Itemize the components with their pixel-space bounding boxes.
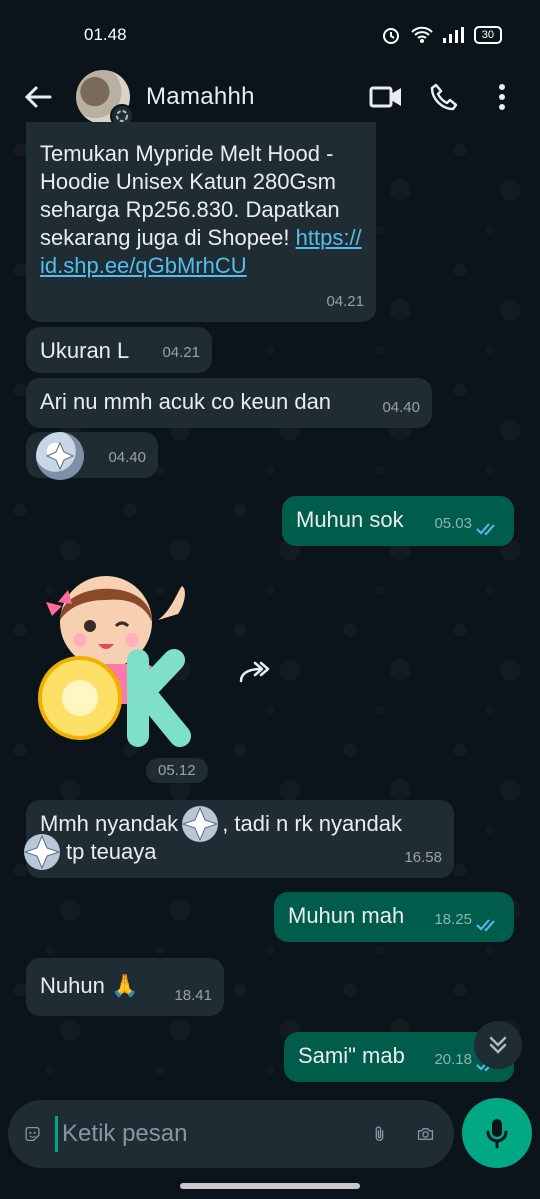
message-time: 16.58 [404,849,442,866]
microphone-icon [486,1119,508,1149]
voice-message-button[interactable] [462,1098,532,1168]
double-chevron-down-icon [489,1036,507,1054]
signal-icon [442,27,464,43]
message-text: Muhun mah [288,903,405,928]
message-bubble[interactable]: 04.40 [26,432,158,480]
message-time: 05.12 [146,758,208,783]
contact-name[interactable]: Mamahhh [146,83,346,111]
forward-arrow-icon [239,661,270,683]
paperclip-icon[interactable] [372,1118,387,1150]
message-time: 18.41 [174,987,212,1004]
battery-icon: 30 [473,26,502,44]
message-bubble[interactable]: Temukan Mypride Melt Hood - Hoodie Unise… [26,122,376,322]
diamond-emoji-icon [180,806,220,843]
avatar[interactable] [76,70,134,128]
scroll-to-bottom-button[interactable] [474,1021,522,1069]
phone-icon [430,83,458,111]
wifi-icon [411,26,433,43]
more-vertical-icon [499,84,505,110]
message-bubble[interactable]: Ukuran L 04.21 [26,327,212,373]
message-time: 05.03 [434,515,472,532]
message-text: Ukuran L [40,338,130,363]
clock: 01.48 [84,25,127,44]
alarm-icon [382,28,399,44]
message-text: Ari nu mmh acuk co keun dan [40,389,332,414]
message-text: Muhun sok [296,507,404,532]
status-icons: 30 [381,25,502,45]
message-text: Nuhun 🙏 [40,973,139,998]
message-time: 04.40 [108,449,146,466]
message-bubble[interactable]: Mmh nyandak, tadi n rk nyandak tp teuaya… [23,800,454,878]
arrow-left-icon [24,86,52,108]
video-camera-icon [369,86,401,108]
ok-girl-sticker-icon [38,576,191,747]
message-bubble[interactable]: Muhun sok 05.03 [282,496,514,546]
message-time: 04.40 [382,399,420,416]
menu-button[interactable] [484,79,520,115]
gesture-navigation-bar[interactable] [180,1183,360,1189]
forward-button[interactable] [232,652,276,696]
message-text: Sami" mab [298,1043,405,1068]
sticker-message[interactable]: 05.12 [28,560,218,783]
camera-icon[interactable] [417,1120,434,1148]
message-bubble[interactable]: Nuhun 🙏 18.41 [26,958,224,1016]
message-text: Mmh nyandak, tadi n rk nyandak tp teuaya [23,806,440,871]
status-bar: 01.48 30 [0,0,540,70]
message-composer [8,1100,454,1168]
read-ticks-icon [476,523,495,536]
message-bubble[interactable]: Ari nu mmh acuk co keun dan 04.40 [26,378,432,428]
chat-header: Mamahhh [0,64,540,130]
message-input[interactable] [55,1116,373,1152]
message-time: 20.18 [434,1051,472,1068]
back-button[interactable] [20,79,56,115]
message-time: 04.21 [162,344,200,361]
message-time: 04.21 [326,293,364,310]
diamond-emoji-icon [22,834,62,871]
diamond-emoji-icon [36,432,84,480]
message-bubble[interactable]: Muhun mah 18.25 [274,892,514,942]
voice-call-button[interactable] [426,79,462,115]
video-call-button[interactable] [368,79,404,115]
read-ticks-icon [476,919,495,932]
sticker-icon[interactable] [24,1118,41,1150]
message-time: 18.25 [434,911,472,928]
